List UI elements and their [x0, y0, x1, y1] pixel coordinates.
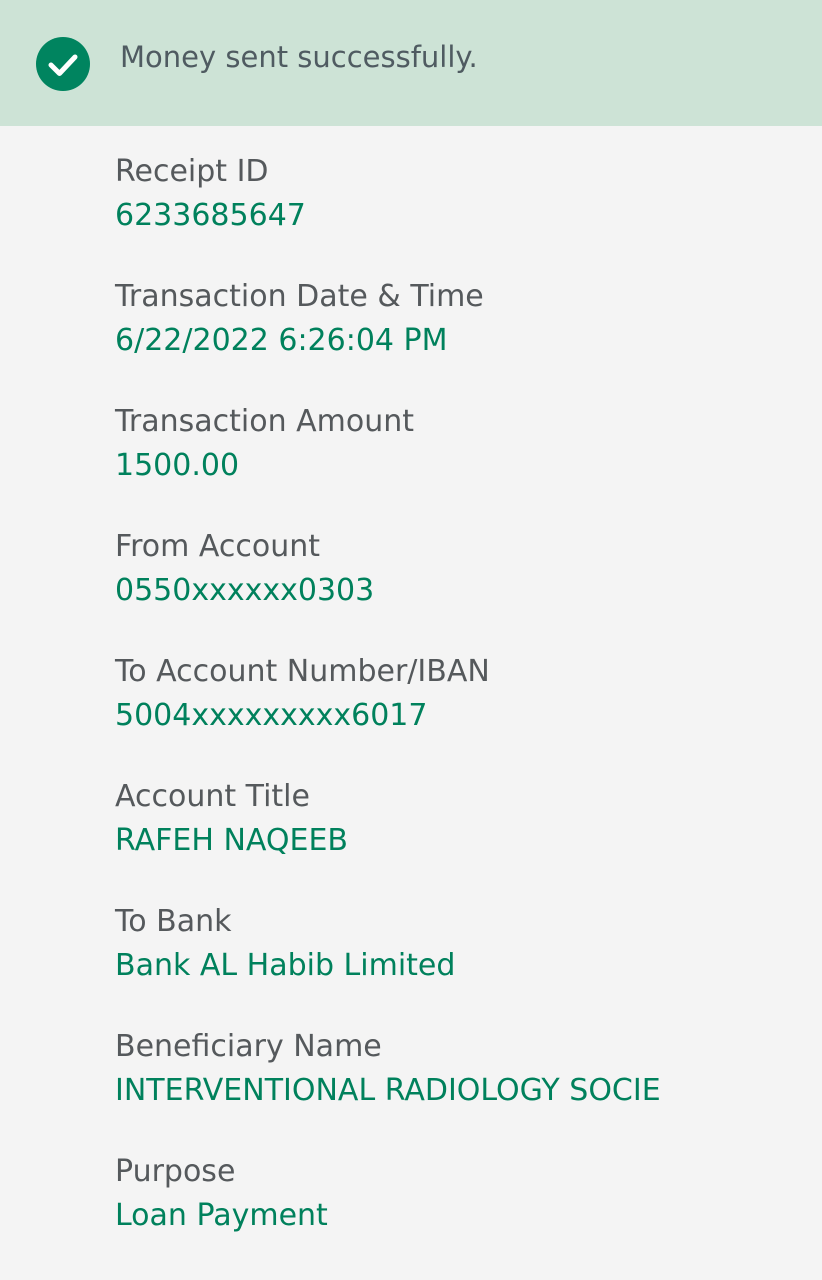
transaction-datetime-field: Transaction Date & Time 6/22/2022 6:26:0…	[115, 275, 815, 400]
account-title-field: Account Title RAFEH NAQEEB	[115, 775, 815, 900]
field-value: 0550xxxxxx0303	[115, 573, 375, 608]
field-label: From Account	[115, 529, 320, 564]
field-value: 6/22/2022 6:26:04 PM	[115, 323, 448, 358]
field-value: 5004xxxxxxxxx6017	[115, 698, 428, 733]
field-label: Transaction Amount	[115, 404, 415, 439]
field-label: Account Title	[115, 779, 310, 814]
field-value: 6233685647	[115, 198, 306, 233]
field-label: To Account Number/IBAN	[115, 654, 490, 689]
from-account-field: From Account 0550xxxxxx0303	[115, 525, 815, 650]
success-banner: Money sent successfully.	[0, 0, 822, 126]
field-label: Purpose	[115, 1154, 236, 1189]
field-value: 1500.00	[115, 448, 240, 483]
field-label: Receipt ID	[115, 154, 269, 189]
field-label: To Bank	[115, 904, 232, 939]
to-bank-field: To Bank Bank AL Habib Limited	[115, 900, 815, 1025]
field-value: Bank AL Habib Limited	[115, 948, 456, 983]
field-label: Transaction Date & Time	[115, 279, 484, 314]
field-value: Loan Payment	[115, 1198, 328, 1233]
to-account-field: To Account Number/IBAN 5004xxxxxxxxx6017	[115, 650, 815, 775]
purpose-field: Purpose Loan Payment	[115, 1150, 815, 1275]
receipt-id-field: Receipt ID 6233685647	[115, 150, 815, 275]
field-value: RAFEH NAQEEB	[115, 823, 348, 858]
transaction-amount-field: Transaction Amount 1500.00	[115, 400, 815, 525]
field-value: INTERVENTIONAL RADIOLOGY SOCIE	[115, 1073, 661, 1108]
beneficiary-name-field: Beneficiary Name INTERVENTIONAL RADIOLOG…	[115, 1025, 815, 1150]
field-label: Beneficiary Name	[115, 1029, 382, 1064]
receipt-details: Receipt ID 6233685647 Transaction Date &…	[115, 150, 815, 1275]
success-message: Money sent successfully.	[120, 40, 478, 74]
check-circle-icon	[36, 37, 90, 91]
